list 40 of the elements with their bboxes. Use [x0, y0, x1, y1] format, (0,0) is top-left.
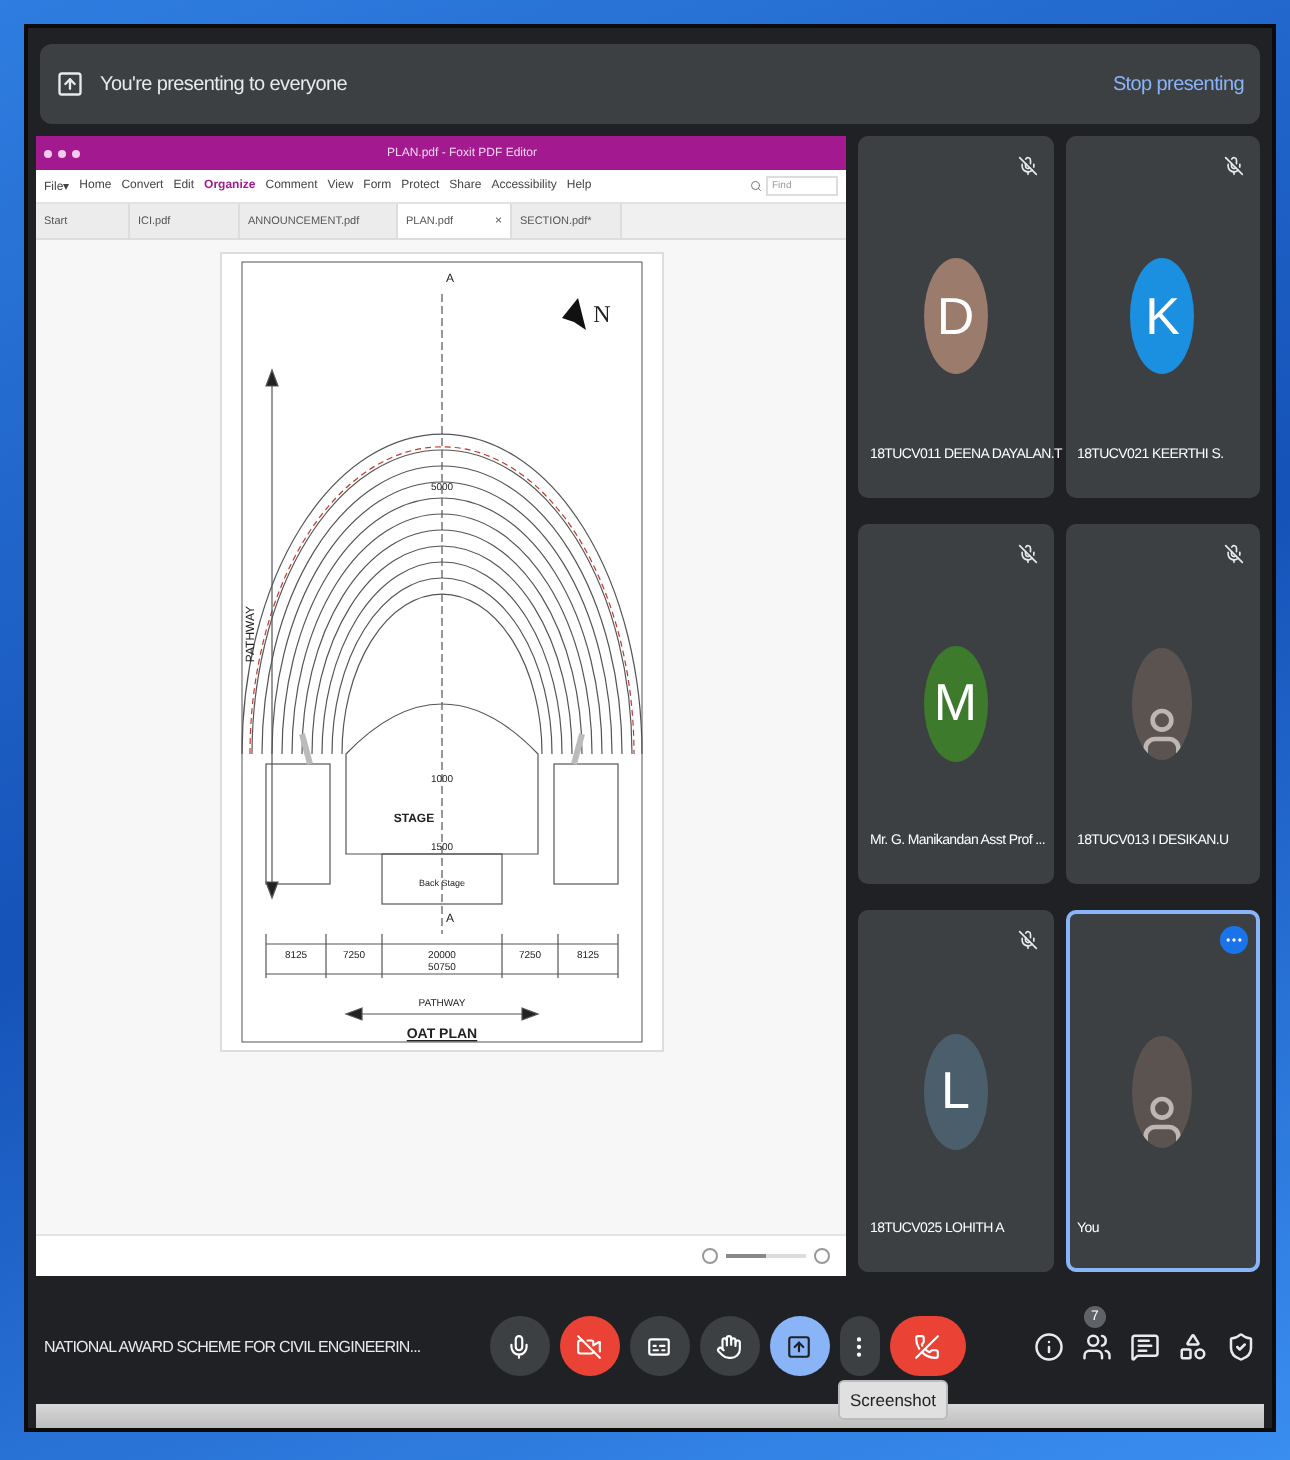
window-dot-icon: [44, 149, 52, 157]
banner-text: You're presenting to everyone: [100, 73, 349, 95]
avatar: D: [923, 258, 988, 375]
end-call-button[interactable]: [889, 1316, 966, 1376]
north-arrow-icon: [561, 298, 585, 330]
tooltip: Screenshot: [838, 1380, 948, 1420]
shapes-icon: [1177, 1331, 1208, 1361]
shield-icon: [1225, 1331, 1256, 1361]
microphone-icon: [506, 1333, 533, 1359]
stop-presenting-link[interactable]: Stop presenting: [1112, 73, 1244, 95]
present-screen-icon: [786, 1333, 813, 1359]
search-icon: [750, 180, 762, 192]
activities-button[interactable]: [1177, 1331, 1208, 1361]
camera-off-button[interactable]: [559, 1316, 620, 1376]
hand-button[interactable]: [699, 1316, 760, 1376]
more-button[interactable]: [839, 1316, 880, 1376]
chat-button[interactable]: [1129, 1331, 1160, 1361]
end-call-icon: [914, 1333, 941, 1359]
avatar: M: [923, 645, 988, 762]
zoom-in-icon[interactable]: [814, 1248, 830, 1264]
north-label: N: [592, 300, 610, 328]
present-screen-icon: [56, 70, 84, 98]
people-icon: [1081, 1331, 1112, 1361]
avatar: K: [1130, 258, 1195, 375]
security-button[interactable]: [1225, 1331, 1256, 1361]
captions-button[interactable]: [629, 1316, 690, 1376]
hand-icon: [716, 1333, 743, 1359]
zoom-out-icon[interactable]: [702, 1248, 718, 1264]
chat-icon: [1129, 1331, 1160, 1361]
present-button[interactable]: [769, 1316, 830, 1376]
info-button[interactable]: [1033, 1331, 1064, 1361]
window-dot-icon: [72, 149, 80, 157]
window-dot-icon: [58, 149, 66, 157]
mic-button[interactable]: [489, 1316, 550, 1376]
meeting-title: NATIONAL AWARD SCHEME FOR CIVIL ENGINEERIN...: [44, 1337, 421, 1355]
captions-icon: [646, 1333, 673, 1359]
camera-off-icon: [576, 1333, 603, 1359]
more-options-button[interactable]: [1220, 926, 1248, 955]
avatar: L: [923, 1033, 988, 1150]
info-icon: [1033, 1331, 1064, 1361]
